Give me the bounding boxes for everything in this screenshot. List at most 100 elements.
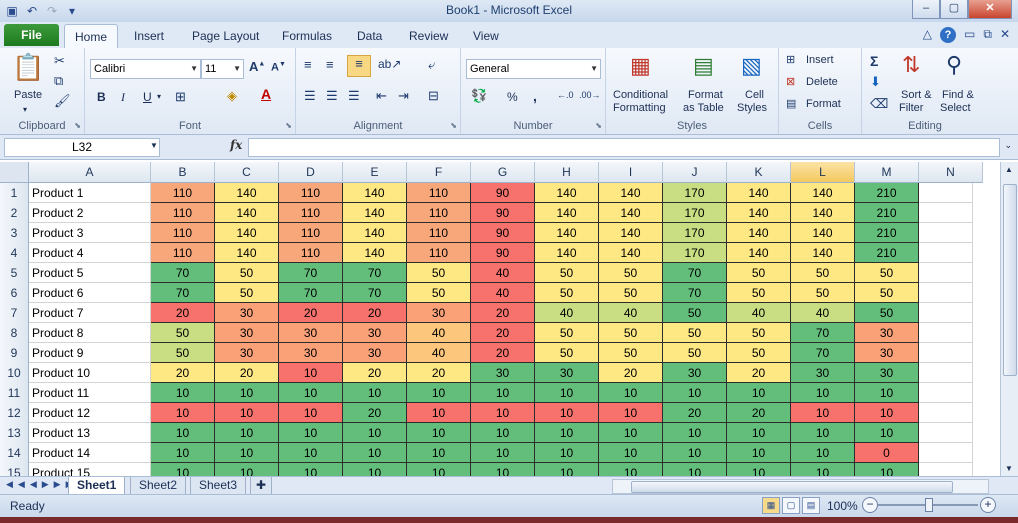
collapse-ribbon-icon[interactable]: △	[923, 27, 932, 43]
font-launcher-icon[interactable]: ⬊	[285, 121, 292, 130]
table-cell[interactable]: 140	[791, 223, 855, 243]
table-cell[interactable]: 110	[151, 203, 215, 223]
table-cell[interactable]: 170	[663, 243, 727, 263]
workbook-minimize-icon[interactable]: ▭	[964, 27, 975, 43]
table-cell[interactable]: 210	[855, 243, 919, 263]
table-cell[interactable]: 50	[215, 283, 279, 303]
decrease-indent-icon[interactable]: ⇤	[376, 88, 387, 104]
close-button[interactable]: ✕	[968, 0, 1012, 19]
row-header-1[interactable]: 1	[0, 183, 29, 204]
clear-icon[interactable]: ⌫	[870, 96, 888, 112]
table-cell[interactable]: 110	[407, 203, 471, 223]
table-cell[interactable]: 20	[279, 303, 343, 323]
cell-styles-label-1[interactable]: Cell	[745, 89, 764, 101]
number-format-combo[interactable]: General ▼	[466, 59, 601, 79]
paste-dropdown-icon[interactable]: ▾	[23, 105, 27, 114]
sheet-tab-2[interactable]: Sheet2	[130, 477, 187, 495]
page-break-view-icon[interactable]: ▤	[802, 497, 820, 514]
row-header-10[interactable]: 10	[0, 363, 29, 384]
vertical-scrollbar[interactable]: ▲ ▼	[1000, 162, 1018, 476]
clipboard-launcher-icon[interactable]: ⬊	[74, 121, 81, 130]
comma-style-button[interactable]: ,	[533, 88, 537, 104]
workbook-close-icon[interactable]: ✕	[1000, 27, 1010, 43]
table-cell[interactable]: 40	[471, 283, 535, 303]
table-cell[interactable]: 0	[855, 443, 919, 463]
table-cell[interactable]: 140	[215, 203, 279, 223]
table-cell[interactable]: 140	[727, 183, 791, 203]
format-as-table-label-1[interactable]: Format	[688, 89, 723, 101]
table-cell[interactable]: 140	[727, 223, 791, 243]
accounting-format-icon[interactable]: 💱	[471, 88, 487, 104]
row-header-9[interactable]: 9	[0, 343, 29, 364]
empty-cell[interactable]	[919, 223, 973, 243]
empty-cell[interactable]	[919, 303, 973, 323]
row-header-14[interactable]: 14	[0, 443, 29, 464]
cell-product-name[interactable]: Product 14	[29, 443, 151, 463]
table-cell[interactable]: 20	[151, 303, 215, 323]
column-header-F[interactable]: F	[407, 162, 471, 183]
empty-cell[interactable]	[919, 283, 973, 303]
table-cell[interactable]: 30	[663, 363, 727, 383]
format-as-table-label-2[interactable]: as Table	[683, 102, 724, 114]
table-cell[interactable]: 110	[407, 243, 471, 263]
sort-filter-label-1[interactable]: Sort &	[901, 89, 932, 101]
empty-cell[interactable]	[919, 363, 973, 383]
table-cell[interactable]: 10	[855, 403, 919, 423]
copy-icon[interactable]: ⧉	[54, 73, 63, 89]
cell-product-name[interactable]: Product 7	[29, 303, 151, 323]
table-cell[interactable]: 70	[279, 283, 343, 303]
table-cell[interactable]: 50	[727, 283, 791, 303]
column-header-C[interactable]: C	[215, 162, 279, 183]
table-cell[interactable]: 140	[343, 223, 407, 243]
row-header-7[interactable]: 7	[0, 303, 29, 324]
table-cell[interactable]: 10	[663, 423, 727, 443]
grow-font-icon[interactable]: A▲	[249, 59, 265, 74]
table-cell[interactable]: 10	[535, 443, 599, 463]
tab-insert[interactable]: Insert	[134, 26, 164, 46]
column-header-L[interactable]: L	[791, 162, 855, 183]
paste-icon[interactable]: 📋	[12, 52, 44, 86]
empty-cell[interactable]	[919, 343, 973, 363]
sort-filter-icon[interactable]: ⇅	[902, 52, 920, 78]
table-cell[interactable]: 10	[343, 383, 407, 403]
table-cell[interactable]: 140	[215, 183, 279, 203]
table-cell[interactable]: 30	[535, 363, 599, 383]
table-cell[interactable]: 140	[343, 183, 407, 203]
table-cell[interactable]: 50	[535, 323, 599, 343]
table-cell[interactable]: 110	[279, 203, 343, 223]
column-header-D[interactable]: D	[279, 162, 343, 183]
paste-button[interactable]: Paste	[14, 89, 42, 101]
table-cell[interactable]: 140	[727, 203, 791, 223]
table-cell[interactable]: 140	[343, 243, 407, 263]
table-cell[interactable]: 10	[407, 423, 471, 443]
empty-cell[interactable]	[919, 323, 973, 343]
table-cell[interactable]: 10	[279, 423, 343, 443]
column-header-I[interactable]: I	[599, 162, 663, 183]
table-cell[interactable]: 140	[535, 243, 599, 263]
table-cell[interactable]: 10	[151, 383, 215, 403]
table-cell[interactable]: 10	[151, 423, 215, 443]
table-cell[interactable]: 10	[407, 443, 471, 463]
find-select-label-1[interactable]: Find &	[942, 89, 974, 101]
format-painter-icon[interactable]: 🖌	[54, 93, 71, 109]
table-cell[interactable]: 10	[471, 443, 535, 463]
table-cell[interactable]: 10	[855, 423, 919, 443]
table-cell[interactable]: 10	[279, 363, 343, 383]
table-cell[interactable]: 10	[791, 403, 855, 423]
tab-review[interactable]: Review	[409, 26, 448, 46]
table-cell[interactable]: 40	[471, 263, 535, 283]
table-cell[interactable]: 10	[215, 403, 279, 423]
tab-data[interactable]: Data	[357, 26, 382, 46]
table-cell[interactable]: 10	[791, 383, 855, 403]
table-cell[interactable]: 70	[343, 263, 407, 283]
table-cell[interactable]: 140	[215, 223, 279, 243]
table-cell[interactable]: 140	[599, 183, 663, 203]
table-cell[interactable]: 110	[279, 243, 343, 263]
table-cell[interactable]: 20	[343, 363, 407, 383]
table-cell[interactable]: 20	[599, 363, 663, 383]
column-header-A[interactable]: A	[29, 162, 151, 183]
shrink-font-icon[interactable]: A▼	[271, 61, 286, 74]
table-cell[interactable]: 10	[407, 383, 471, 403]
horizontal-scroll-thumb[interactable]	[631, 481, 953, 493]
find-select-label-2[interactable]: Select	[940, 102, 971, 114]
